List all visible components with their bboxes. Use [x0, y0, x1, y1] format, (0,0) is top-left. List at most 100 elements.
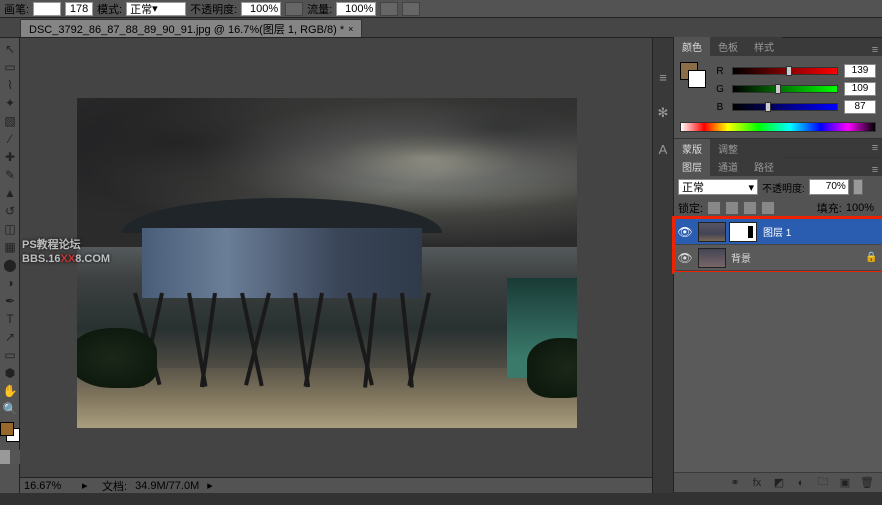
brush-size-input[interactable]: 178	[65, 2, 93, 16]
dodge-tool[interactable]: ◑	[0, 274, 20, 292]
r-slider[interactable]	[732, 67, 838, 75]
layer-name[interactable]: 图层 1	[761, 224, 881, 239]
tab-channels[interactable]: 通道	[710, 157, 746, 176]
3d-tool[interactable]: ⬢	[0, 364, 20, 382]
layer-name[interactable]: 背景	[729, 250, 865, 265]
tab-paths[interactable]: 路径	[746, 157, 782, 176]
trash-icon[interactable]: 🗑	[858, 476, 876, 490]
stamp-tool[interactable]: ▲	[0, 184, 20, 202]
shape-tool[interactable]: ▭	[0, 346, 20, 364]
gradient-tool[interactable]: ▦	[0, 238, 20, 256]
channel-label: G	[714, 84, 726, 95]
canvas[interactable]: PS教程论坛 BBS.16XX8.COM	[20, 38, 652, 477]
mode-label: 模式:	[97, 1, 122, 17]
visibility-icon[interactable]: 👁	[675, 251, 695, 265]
mask-icon[interactable]: ◩	[770, 476, 788, 490]
channel-label: B	[714, 102, 726, 113]
b-slider[interactable]	[732, 103, 838, 111]
layer-list-empty	[674, 272, 882, 472]
brush-preview[interactable]	[33, 2, 61, 16]
options-bar: 画笔: 178 模式: 正常▾ 不透明度: 100% 流量: 100%	[0, 0, 882, 18]
layers-footer: ⚭ fx ◩ ◐ 🗀 ▣ 🗑	[674, 472, 882, 492]
history-icon[interactable]: ≡	[654, 68, 672, 86]
blur-tool[interactable]: ⬤	[0, 256, 20, 274]
tab-styles[interactable]: 样式	[746, 37, 782, 56]
tab-swatches[interactable]: 色板	[710, 37, 746, 56]
app-footer	[0, 493, 882, 505]
lock-transparent-icon[interactable]	[707, 201, 721, 215]
history-brush-tool[interactable]: ↺	[0, 202, 20, 220]
blend-mode-select[interactable]: 正常▾	[678, 179, 758, 195]
flow-chevron-icon[interactable]	[380, 2, 398, 16]
pen-tool[interactable]: ✒	[0, 292, 20, 310]
quickmask-icon[interactable]	[0, 450, 20, 464]
opacity-input[interactable]: 100%	[241, 2, 281, 16]
color-panel-tabs: 颜色 色板 样式 ≡	[674, 38, 882, 56]
lock-pixels-icon[interactable]	[725, 201, 739, 215]
new-layer-icon[interactable]: ▣	[836, 476, 854, 490]
panel-menu-icon[interactable]: ≡	[868, 142, 882, 154]
panel-menu-icon[interactable]: ≡	[868, 164, 882, 176]
r-value-input[interactable]: 139	[844, 64, 876, 78]
hand-tool[interactable]: ✋	[0, 382, 20, 400]
visibility-icon[interactable]: 👁	[675, 225, 695, 239]
type-tool[interactable]: T	[0, 310, 20, 328]
adj-icon[interactable]: ◐	[792, 476, 810, 490]
brush-tool[interactable]: ✎	[0, 166, 20, 184]
color-ramp[interactable]	[680, 122, 876, 132]
layer-row[interactable]: 👁背景🔒	[675, 245, 881, 271]
close-icon[interactable]: ×	[348, 24, 353, 34]
fill-input[interactable]: 100%	[846, 202, 874, 214]
fx-icon[interactable]: fx	[748, 476, 766, 490]
lasso-tool[interactable]: ⌇	[0, 76, 20, 94]
heal-tool[interactable]: ✚	[0, 148, 20, 166]
layer-mask-thumbnail[interactable]	[729, 222, 757, 242]
layers-panel: 图层 通道 路径 ≡ 正常▾ 不透明度: 70% 锁定:	[674, 158, 882, 493]
doc-size-label: 文档:	[102, 478, 127, 494]
flow-input[interactable]: 100%	[336, 2, 376, 16]
opacity-chevron-icon[interactable]	[853, 179, 863, 195]
panel-menu-icon[interactable]: ≡	[868, 44, 882, 56]
document-tabbar: DSC_3792_86_87_88_89_90_91.jpg @ 16.7%(图…	[0, 18, 882, 38]
layer-row[interactable]: 👁 图层 1	[675, 219, 881, 245]
link-icon[interactable]: ⚭	[726, 476, 744, 490]
path-tool[interactable]: ↗	[0, 328, 20, 346]
crop-tool[interactable]: ▧	[0, 112, 20, 130]
char-icon[interactable]: A	[654, 140, 672, 158]
lock-all-icon[interactable]	[761, 201, 775, 215]
eraser-tool[interactable]: ◫	[0, 220, 20, 238]
layer-thumbnail[interactable]	[698, 222, 726, 242]
layer-opacity-input[interactable]: 70%	[809, 179, 849, 195]
g-slider[interactable]	[732, 85, 838, 93]
blend-mode-select[interactable]: 正常▾	[126, 2, 186, 16]
zoom-tool[interactable]: 🔍	[0, 400, 20, 418]
opacity-label: 不透明度:	[762, 180, 805, 195]
lock-position-icon[interactable]	[743, 201, 757, 215]
gear-icon[interactable]: ✻	[654, 104, 672, 122]
tutorial-highlight: 👁图层 1👁背景🔒	[672, 216, 882, 274]
airbrush-icon[interactable]	[402, 2, 420, 16]
tab-layers[interactable]: 图层	[674, 157, 710, 176]
g-value-input[interactable]: 109	[844, 82, 876, 96]
layer-thumbnail[interactable]	[698, 248, 726, 268]
fg-color-swatch[interactable]	[0, 422, 14, 436]
b-value-input[interactable]: 87	[844, 100, 876, 114]
background-swatch[interactable]	[688, 70, 706, 88]
panels-column: 颜色 色板 样式 ≡ R139G109B87	[674, 38, 882, 493]
zoom-input[interactable]: 16.67%	[24, 480, 74, 492]
collapsed-panels: ≡ ✻ A	[652, 38, 674, 493]
doc-size-value: 34.9M/77.0M	[135, 480, 199, 492]
tab-color[interactable]: 颜色	[674, 37, 710, 56]
tab-masks[interactable]: 蒙版	[674, 139, 710, 158]
tab-adjustments[interactable]: 调整	[710, 139, 746, 158]
wand-tool[interactable]: ✦	[0, 94, 20, 112]
move-tool[interactable]: ↖	[0, 40, 20, 58]
adjustments-panel: 蒙版 调整 ≡	[674, 139, 882, 158]
doc-info-chevron-icon[interactable]: ▸	[207, 479, 219, 492]
marquee-tool[interactable]: ▭	[0, 58, 20, 76]
zoom-stepper-icon[interactable]: ▸	[82, 479, 94, 492]
group-icon[interactable]: 🗀	[814, 476, 832, 490]
document-tab[interactable]: DSC_3792_86_87_88_89_90_91.jpg @ 16.7%(图…	[20, 19, 362, 37]
opacity-chevron-icon[interactable]	[285, 2, 303, 16]
eyedrop-tool[interactable]: ⁄	[0, 130, 20, 148]
